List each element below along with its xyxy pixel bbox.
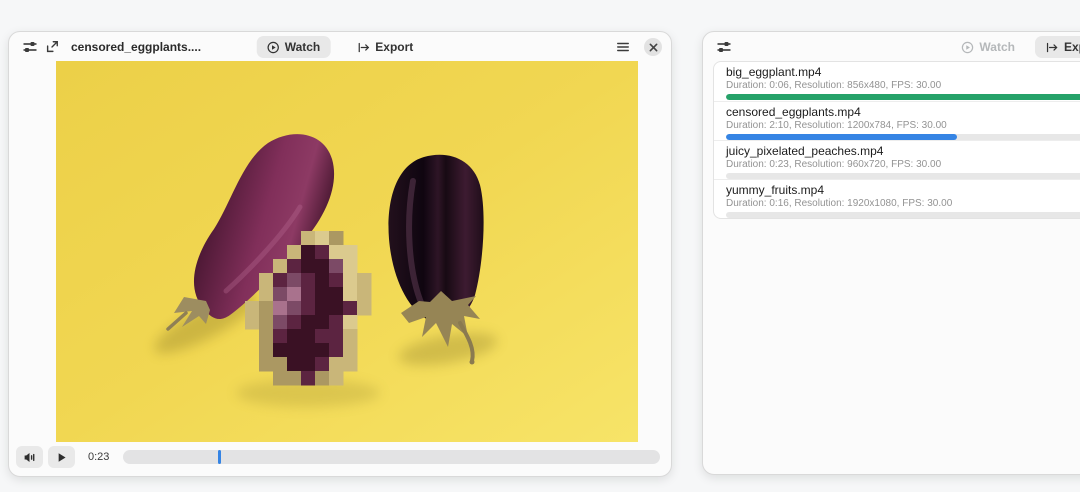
queue-titlebar: Watch Export <box>703 32 1080 62</box>
file-progress-fill <box>726 94 1080 100</box>
file-list-item[interactable]: censored_eggplants.mp4 Duration: 2:10, R… <box>714 101 1080 140</box>
watch-button[interactable]: Watch <box>951 36 1025 58</box>
adjustments-sliders-icon[interactable] <box>713 36 735 58</box>
file-list-item[interactable]: yummy_fruits.mp4 Duration: 0:16, Resolut… <box>714 179 1080 218</box>
file-name: yummy_fruits.mp4 <box>726 184 1080 197</box>
play-button[interactable] <box>48 446 75 468</box>
pop-out-expand-icon[interactable] <box>41 36 63 58</box>
close-icon[interactable] <box>644 38 662 56</box>
file-progress-track <box>726 212 1080 218</box>
file-meta: Duration: 0:06, Resolution: 856x480, FPS… <box>726 80 1080 91</box>
file-meta: Duration: 0:16, Resolution: 1920x1080, F… <box>726 198 1080 209</box>
export-button[interactable]: Export <box>346 36 423 58</box>
player-titlebar: censored_eggplants.... Watch Export <box>9 32 671 62</box>
queue-window: Watch Export big_eggplant.mp4 Duration: … <box>702 31 1080 475</box>
file-progress-track <box>726 94 1080 100</box>
current-time: 0:23 <box>88 451 109 463</box>
player-window: censored_eggplants.... Watch Export <box>8 31 672 477</box>
file-list-item[interactable]: big_eggplant.mp4 Duration: 0:06, Resolut… <box>714 62 1080 101</box>
player-window-title: censored_eggplants.... <box>71 40 201 54</box>
playback-controls: 0:23 <box>16 444 660 470</box>
video-frame <box>56 61 638 442</box>
adjustments-sliders-icon[interactable] <box>19 36 41 58</box>
play-icon <box>59 453 66 461</box>
file-name: censored_eggplants.mp4 <box>726 106 1080 119</box>
volume-button[interactable] <box>16 446 43 468</box>
file-name: juicy_pixelated_peaches.mp4 <box>726 145 1080 158</box>
speaker-icon <box>25 453 30 462</box>
file-name: big_eggplant.mp4 <box>726 66 1080 79</box>
file-list-item[interactable]: juicy_pixelated_peaches.mp4 Duration: 0:… <box>714 140 1080 179</box>
watch-button[interactable]: Watch <box>257 36 331 58</box>
seek-bar[interactable] <box>123 450 660 464</box>
menu-hamburger-icon[interactable] <box>612 36 634 58</box>
export-button-label: Export <box>375 40 413 54</box>
file-meta: Duration: 0:23, Resolution: 960x720, FPS… <box>726 159 1080 170</box>
export-button[interactable]: Export <box>1035 36 1080 58</box>
watch-button-label: Watch <box>979 40 1015 54</box>
seek-position-marker[interactable] <box>218 450 221 464</box>
file-meta: Duration: 2:10, Resolution: 1200x784, FP… <box>726 120 1080 131</box>
export-button-label: Export <box>1064 40 1080 54</box>
file-list: big_eggplant.mp4 Duration: 0:06, Resolut… <box>713 61 1080 219</box>
watch-button-label: Watch <box>285 40 321 54</box>
